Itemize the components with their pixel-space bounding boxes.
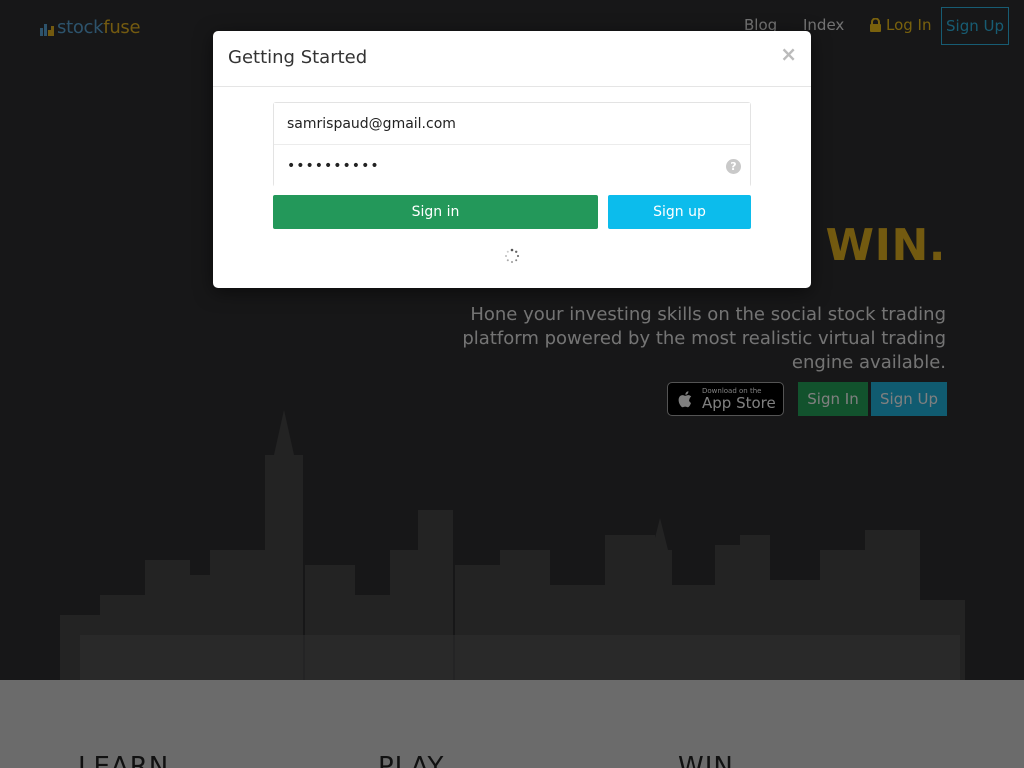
modal-header: Getting Started × bbox=[213, 31, 811, 87]
close-icon[interactable]: × bbox=[780, 42, 797, 66]
spinner-icon bbox=[505, 248, 520, 263]
help-icon[interactable]: ? bbox=[726, 159, 741, 174]
signin-button[interactable]: Sign in bbox=[273, 195, 598, 229]
login-form: ? bbox=[273, 102, 751, 187]
getting-started-modal: Getting Started × ? Sign in Sign up bbox=[213, 31, 811, 288]
email-field[interactable] bbox=[274, 103, 750, 145]
signup-button[interactable]: Sign up bbox=[608, 195, 751, 229]
modal-title: Getting Started bbox=[228, 47, 368, 68]
password-field[interactable] bbox=[274, 145, 750, 187]
